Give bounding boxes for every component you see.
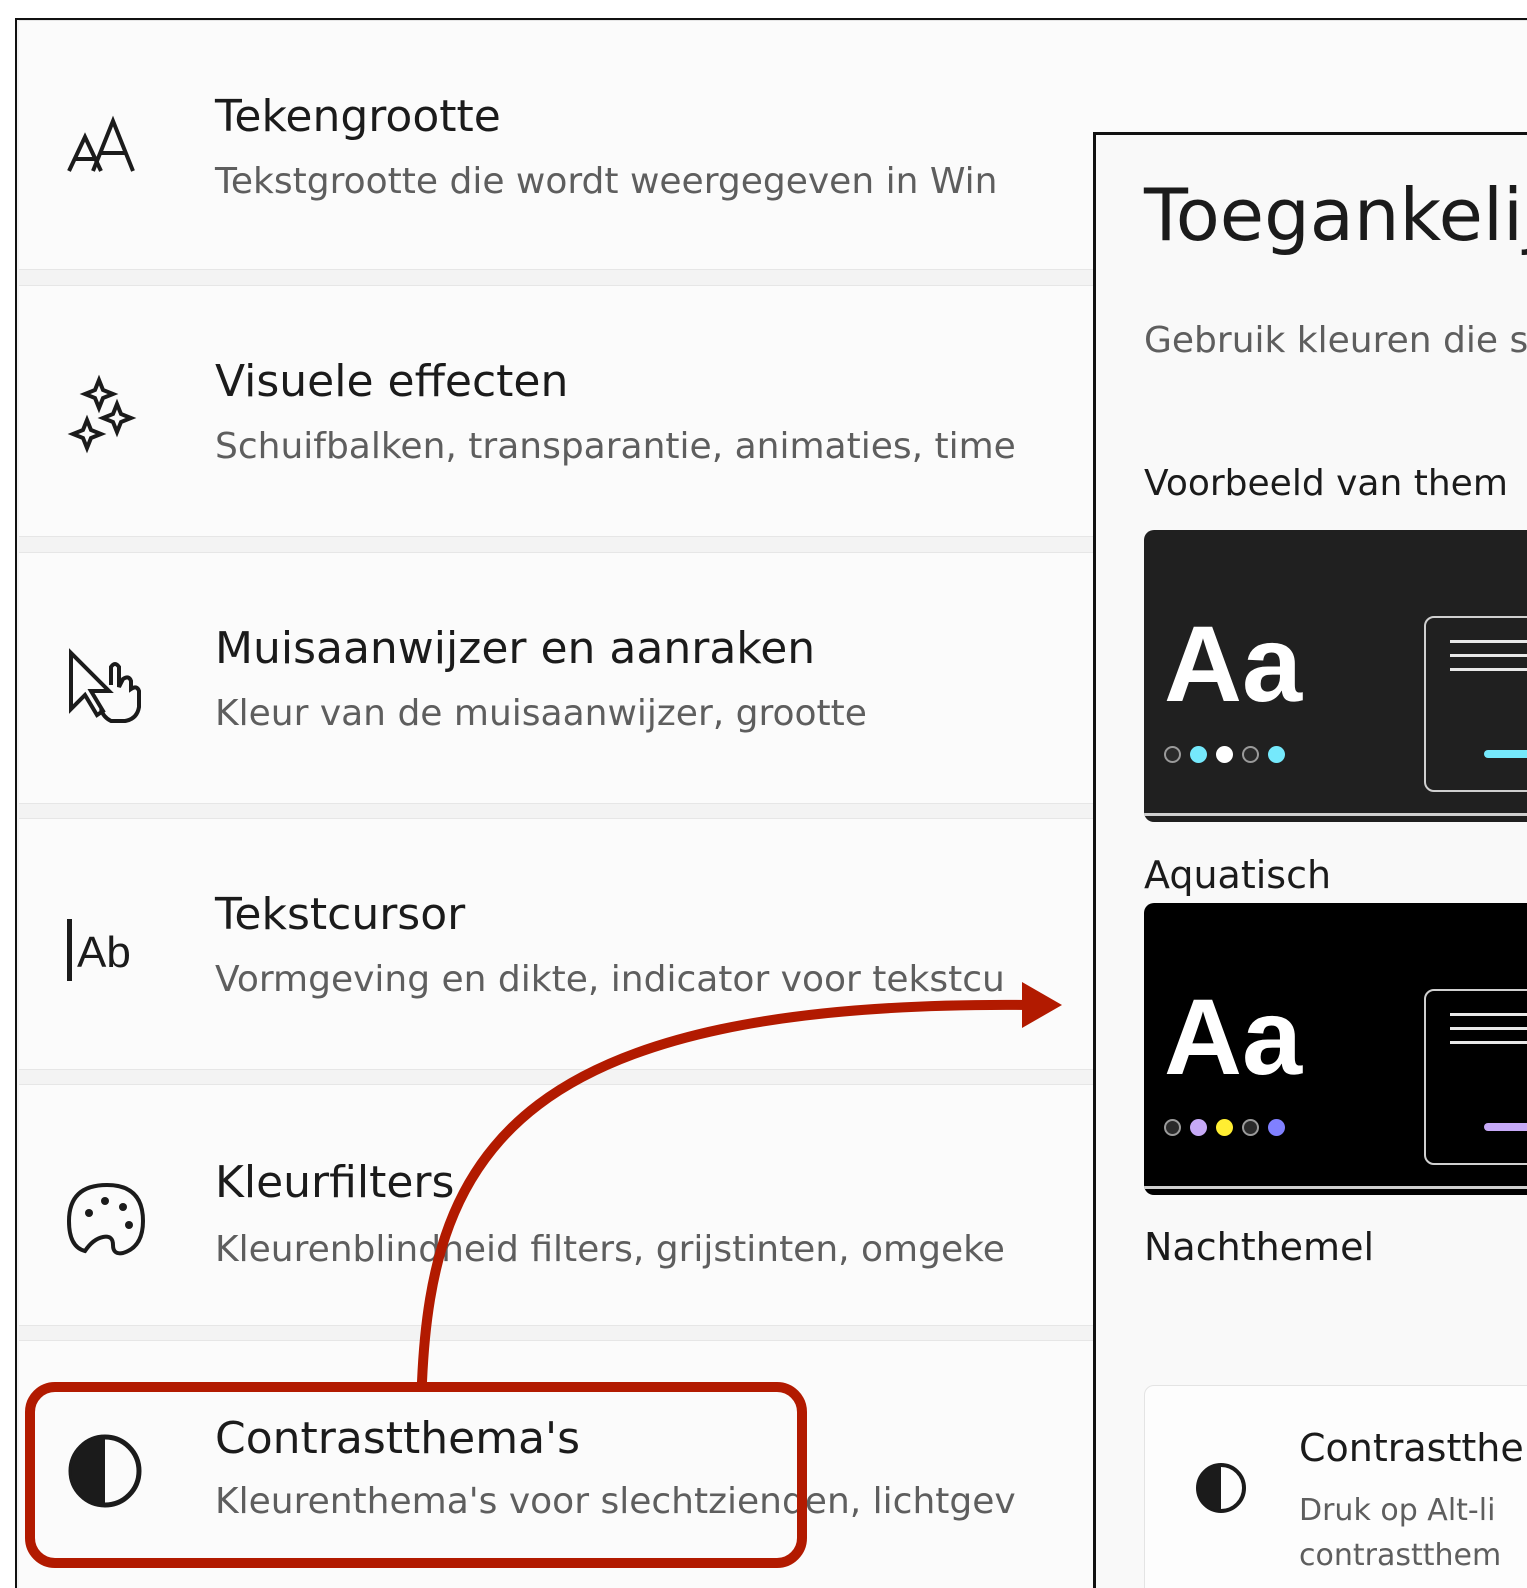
- annotation-arrow: [417, 982, 1062, 1387]
